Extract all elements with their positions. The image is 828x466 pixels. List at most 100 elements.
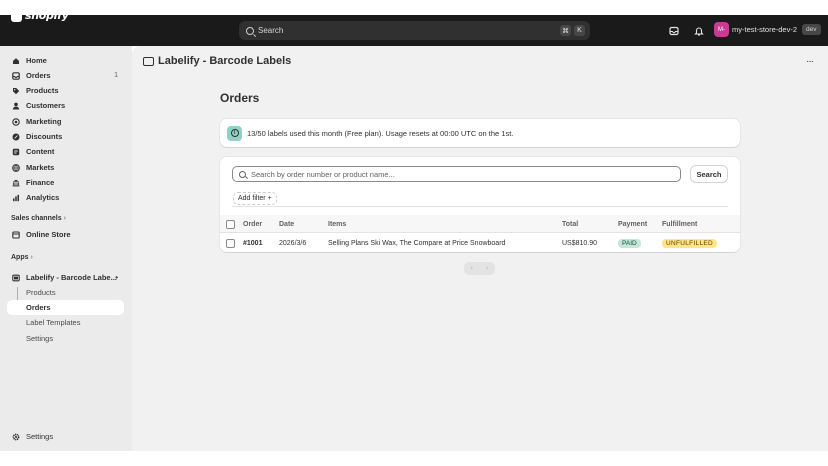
sidebar-subitem-label: Orders [26, 303, 51, 312]
shortcut-key-k: K [574, 25, 585, 36]
select-all-checkbox[interactable] [226, 219, 235, 229]
sidebar-item-label: Products [26, 86, 59, 95]
shopify-bag-icon [11, 6, 22, 22]
sidebar-item-finance[interactable]: Finance [7, 175, 124, 190]
sidebar-item-customers[interactable]: Customers [7, 98, 124, 113]
app-header: Labelify - Barcode Labels [143, 55, 291, 67]
col-date[interactable]: Date [279, 215, 294, 233]
sidebar-item-content[interactable]: Content [7, 144, 124, 159]
store-menu-button[interactable]: M- my-test-store-dev-2 dev [714, 22, 821, 37]
col-fulfillment[interactable]: Fulfillment [662, 215, 697, 233]
order-number[interactable]: #1001 [243, 234, 262, 252]
inbox-icon[interactable] [668, 25, 679, 36]
sidebar-item-analytics[interactable]: Analytics [7, 190, 124, 205]
orders-icon [12, 71, 20, 80]
shortcut-key-cmd: ⌘ [560, 25, 571, 36]
divider [232, 206, 728, 207]
col-payment[interactable]: Payment [618, 215, 647, 233]
row-select-cell[interactable] [226, 234, 235, 252]
sidebar-item-label: Finance [26, 178, 55, 187]
next-page-button[interactable]: › [486, 265, 488, 272]
sidebar-item-label: Marketing [26, 117, 62, 126]
sidebar-item-label: Markets [26, 163, 55, 172]
window-top-strip [0, 0, 828, 15]
info-icon: i [227, 125, 242, 141]
content-icon [12, 148, 20, 155]
orders-count-badge: 1 [114, 72, 118, 79]
sidebar-item-label: Analytics [26, 193, 60, 202]
sales-channels-heading[interactable]: Sales channels › [11, 215, 66, 222]
page-title: Orders [220, 91, 260, 105]
sidebar-item-settings[interactable]: Settings [7, 429, 124, 444]
brand-name: shopify [25, 9, 69, 22]
col-total[interactable]: Total [562, 215, 578, 233]
prev-page-button[interactable]: ‹ [471, 265, 473, 272]
sidebar-item-markets[interactable]: Markets [7, 160, 124, 175]
row-checkbox[interactable] [226, 238, 235, 248]
app-more-icon[interactable]: • [115, 273, 118, 282]
chart-icon [13, 194, 19, 201]
apps-label: Apps [11, 254, 29, 261]
sidebar-item-label: Labelify - Barcode Labe... [26, 273, 117, 282]
global-search-input[interactable]: Search ⌘ K [239, 21, 590, 40]
fulfillment-status-badge: UNFULFILLED [662, 238, 718, 248]
banner-text: 13/50 labels used this month (Free plan)… [247, 128, 514, 138]
sidebar-subitem-orders[interactable]: Orders [7, 300, 124, 315]
gear-icon [12, 433, 20, 440]
sidebar-item-label: Content [26, 147, 55, 156]
sidebar-item-label: Orders [26, 71, 51, 80]
order-total: US$810.90 [562, 239, 598, 247]
sidebar-item-online-store[interactable]: Online Store [7, 227, 124, 242]
sidebar-subitem-settings[interactable]: Settings [7, 331, 124, 346]
sidebar-item-label: Home [26, 56, 47, 65]
more-actions-icon[interactable]: ··· [806, 56, 814, 67]
sidebar-item-app[interactable]: Labelify - Barcode Labe... • [7, 270, 124, 285]
sidebar-item-label: Discounts [26, 132, 63, 141]
pagination: ‹ › [464, 262, 495, 275]
table-header: Order Date Items Total Payment Fulfillme… [220, 215, 740, 233]
app-title: Labelify - Barcode Labels [158, 55, 292, 67]
fulfillment-cell: UNFULFILLED [662, 234, 718, 252]
search-icon [246, 26, 254, 35]
select-all-cell[interactable] [226, 215, 235, 233]
col-items[interactable]: Items [328, 215, 346, 233]
tag-icon [13, 87, 20, 94]
order-date: 2026/3/6 [279, 239, 307, 247]
app-window-icon [143, 56, 154, 66]
chevron-right-icon: › [30, 254, 33, 261]
sidebar-item-products[interactable]: Products [7, 83, 124, 98]
col-order[interactable]: Order [243, 215, 262, 233]
env-badge: dev [802, 24, 821, 35]
global-search-placeholder: Search [258, 26, 284, 35]
sidebar-item-home[interactable]: Home [7, 53, 124, 68]
home-icon [13, 57, 19, 64]
table-row[interactable]: #1001 2026/3/6 Selling Plans Ski Wax, Th… [220, 234, 740, 252]
sidebar-item-label: Online Store [26, 230, 71, 239]
sales-channels-label: Sales channels [11, 215, 62, 222]
bank-icon [12, 179, 20, 186]
add-filter-button[interactable]: Add filter + [233, 192, 277, 205]
sidebar-subitem-products[interactable]: Products [7, 285, 124, 300]
storefront-icon [12, 230, 20, 239]
discount-icon [12, 133, 20, 140]
payment-status-badge: PAID [618, 238, 641, 248]
person-icon [12, 102, 20, 109]
order-search-input[interactable]: Search by order number or product name..… [232, 166, 681, 182]
bell-icon[interactable] [693, 25, 704, 36]
app-icon [12, 274, 20, 281]
sidebar-item-discounts[interactable]: Discounts [7, 129, 124, 144]
sidebar-subitem-label: Products [26, 288, 56, 297]
orders-card: Search by order number or product name..… [220, 157, 740, 252]
sidebar-subitem-label: Label Templates [26, 318, 81, 327]
order-items: Selling Plans Ski Wax, The Compare at Pr… [328, 239, 506, 247]
store-name: my-test-store-dev-2 [732, 25, 798, 34]
usage-banner: i 13/50 labels used this month (Free pla… [220, 119, 740, 147]
search-button[interactable]: Search [691, 166, 727, 182]
globe-icon [12, 163, 20, 172]
shopify-logo[interactable]: shopify [11, 6, 69, 22]
sidebar-subitem-label-templates[interactable]: Label Templates [7, 315, 124, 330]
sidebar-item-marketing[interactable]: Marketing [7, 114, 124, 129]
apps-heading[interactable]: Apps › [11, 254, 33, 261]
sidebar-item-label: Customers [26, 101, 66, 110]
sidebar-item-orders[interactable]: Orders 1 [7, 68, 124, 83]
